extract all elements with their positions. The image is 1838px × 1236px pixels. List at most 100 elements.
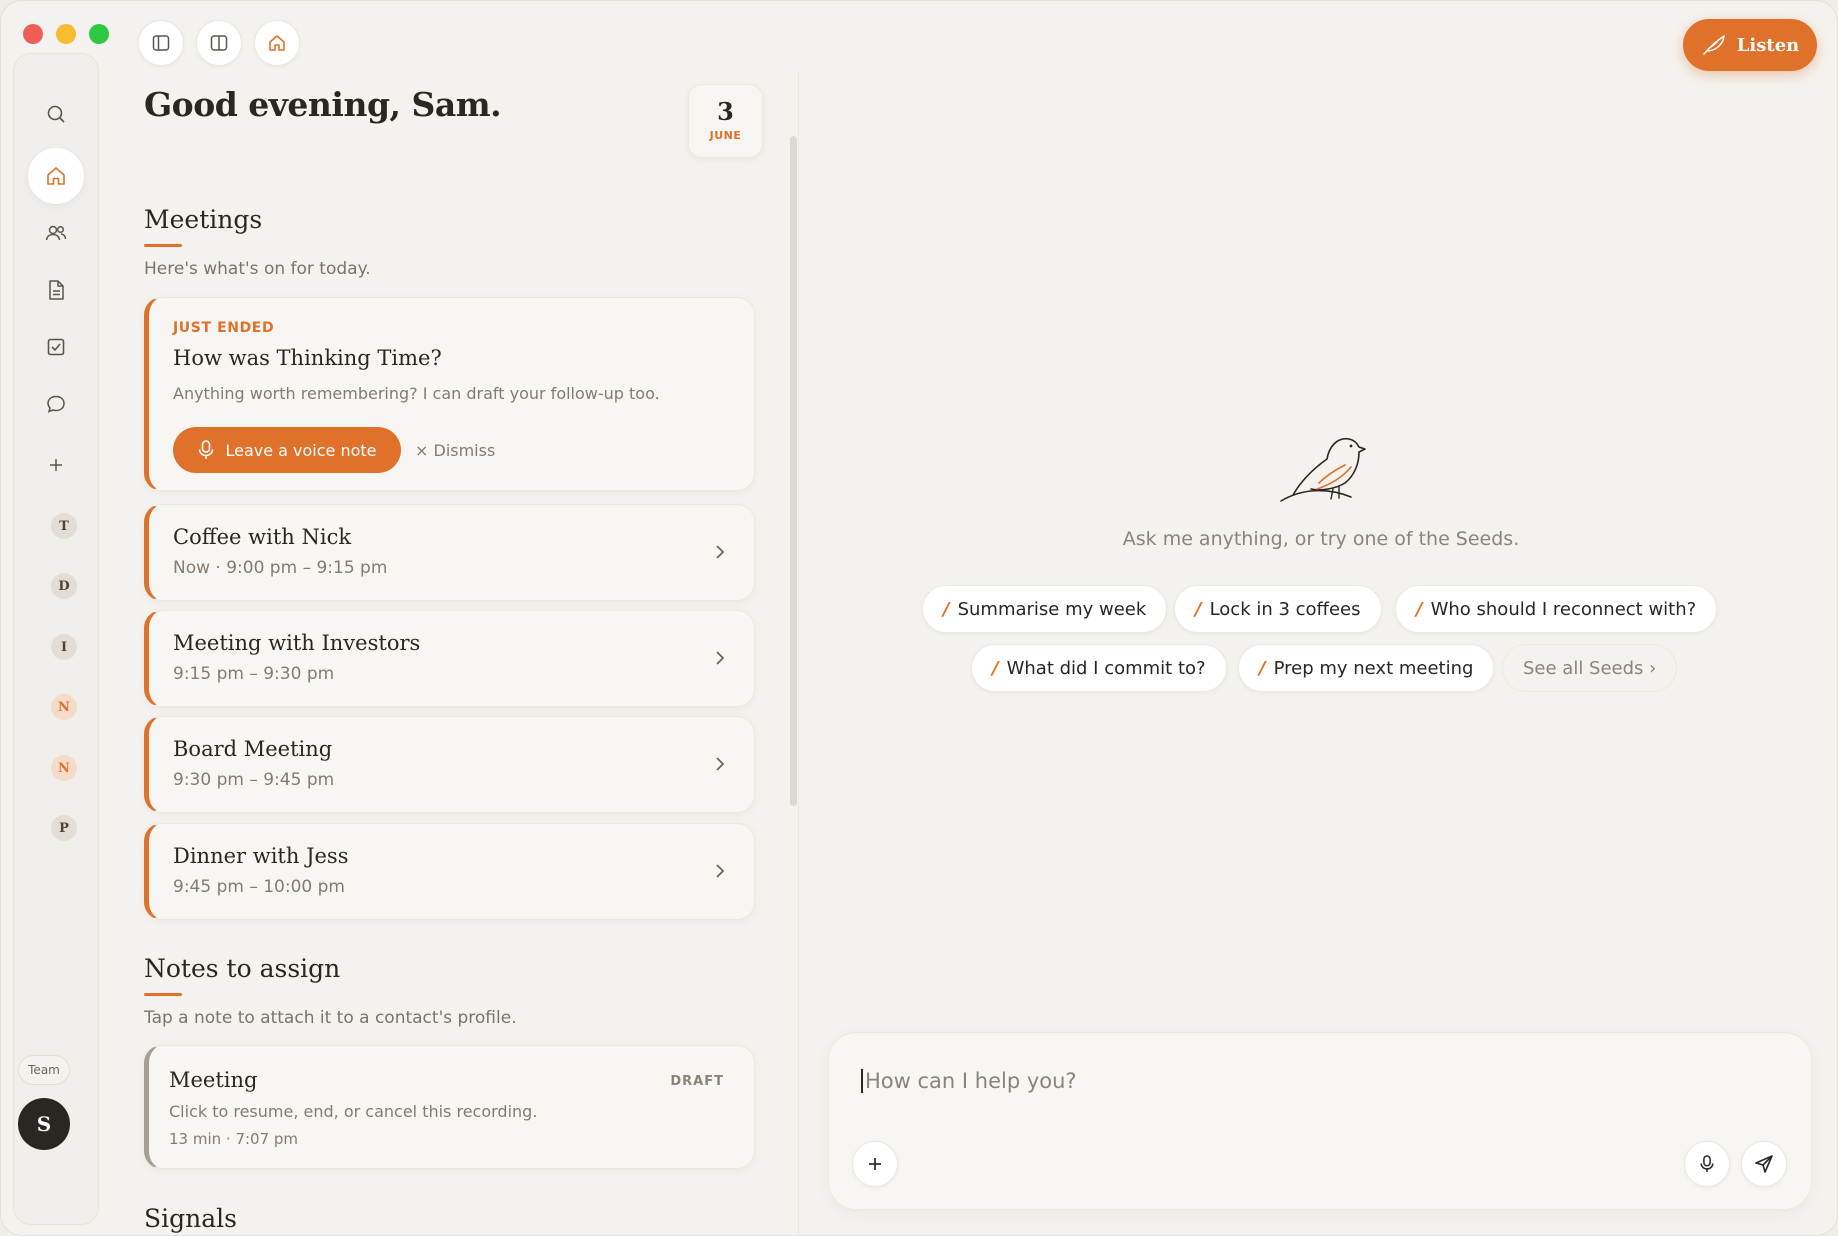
seed-chip[interactable]: / Who should I reconnect with? [1395,585,1718,633]
close-window-button[interactable] [23,24,43,44]
seed-label: Summarise my week [957,598,1147,620]
seed-slash-icon: / [1259,657,1266,679]
meeting-title: Meeting with Investors [173,631,421,655]
meeting-card[interactable]: Meeting with Investors 9:15 pm – 9:30 pm [144,610,755,707]
just-ended-subtitle: Anything worth remembering? I can draft … [173,384,660,403]
sidebar-toggle-icon [152,35,170,51]
rail-notes-button[interactable] [28,262,84,318]
sidebar-toggle-button[interactable] [138,20,184,66]
chevron-right-icon [716,757,725,771]
seed-label: Prep my next meeting [1273,657,1474,679]
chat-input[interactable]: How can I help you? [861,1069,1077,1093]
chat-icon [47,395,65,413]
bird-logo-icon [1280,437,1366,502]
just-ended-label: JUST ENDED [173,320,275,336]
just-ended-title: How was Thinking Time? [173,346,442,370]
meeting-card[interactable]: Board Meeting 9:30 pm – 9:45 pm [144,716,755,813]
seed-chip[interactable]: / Summarise my week [922,585,1168,633]
seed-chip[interactable]: / Lock in 3 coffees [1174,585,1382,633]
seed-slash-icon: / [943,598,950,620]
rail-people-button[interactable] [28,205,84,261]
meetings-title: Meetings [144,205,263,234]
split-view-icon [210,35,228,51]
chevron-right-icon [716,864,725,878]
zoom-window-button[interactable] [89,24,109,44]
plus-icon [50,459,62,471]
microphone-icon [199,440,214,459]
rail-chat-button[interactable] [28,376,84,432]
seed-chip[interactable]: / Prep my next meeting [1238,644,1495,692]
note-title: Meeting [169,1068,258,1092]
contact-dot-i[interactable]: I [51,634,77,660]
search-icon [47,105,65,123]
seed-label: What did I commit to? [1006,657,1206,679]
meetings-underline [144,244,182,247]
voice-input-button[interactable] [1684,1141,1730,1187]
seed-label: Lock in 3 coffees [1209,598,1361,620]
microphone-icon [1700,1155,1714,1172]
listen-button[interactable]: Listen [1683,19,1817,71]
meeting-card[interactable]: Dinner with Jess 9:45 pm – 10:00 pm [144,823,755,920]
see-all-seeds-link[interactable]: See all Seeds › [1502,644,1678,692]
date-day: 3 [717,97,734,126]
rail-add-button[interactable] [28,437,84,493]
rail-search-button[interactable] [28,86,84,142]
nav-rail: T D I N N P [13,53,99,1225]
contact-dot-d[interactable]: D [51,573,77,599]
date-month: JUNE [709,129,742,142]
home-button[interactable] [254,20,300,66]
team-switcher[interactable]: Team [18,1055,70,1085]
people-icon [45,225,67,241]
date-card: 3 JUNE [688,84,763,158]
scrollbar[interactable] [790,136,797,806]
meeting-title: Board Meeting [173,737,333,761]
seed-slash-icon: / [992,657,999,679]
chevron-right-icon [716,651,725,665]
chevron-right-icon [716,545,725,559]
note-subtitle: Click to resume, end, or cancel this rec… [169,1102,538,1121]
meeting-title: Dinner with Jess [173,844,349,868]
notes-underline [144,993,182,996]
note-card[interactable]: Meeting DRAFT Click to resume, end, or c… [144,1045,755,1169]
leave-voice-note-button[interactable]: Leave a voice note [173,427,401,473]
signals-title: Signals [144,1204,237,1233]
send-button[interactable] [1741,1141,1787,1187]
page-title: Good evening, Sam. [144,85,502,124]
seed-chip[interactable]: / What did I commit to? [971,644,1227,692]
rail-tasks-button[interactable] [28,319,84,375]
meeting-title: Coffee with Nick [173,525,352,549]
home-icon [47,167,65,185]
checkbox-icon [47,338,65,356]
contact-dot-n[interactable]: N [51,755,77,781]
feather-icon [1703,35,1725,55]
meeting-time: 9:15 pm – 9:30 pm [173,664,335,684]
split-view-button[interactable] [196,20,242,66]
meeting-time: Now · 9:00 pm – 9:15 pm [173,558,388,578]
meetings-subtitle: Here's what's on for today. [144,259,371,279]
send-icon [1755,1155,1773,1173]
contact-dot-t[interactable]: T [51,513,77,539]
plus-icon [869,1158,881,1170]
seed-slash-icon: / [1195,598,1202,620]
attach-button[interactable] [852,1141,898,1187]
assistant-prompt: Ask me anything, or try one of the Seeds… [1122,528,1520,550]
chat-composer: How can I help you? [828,1032,1812,1210]
seed-slash-icon: / [1416,598,1423,620]
notes-subtitle: Tap a note to attach it to a contact's p… [144,1008,517,1028]
listen-label: Listen [1736,34,1800,56]
avatar[interactable]: S [18,1098,70,1150]
just-ended-card[interactable]: JUST ENDED How was Thinking Time? Anythi… [144,297,755,491]
rail-home-button[interactable] [28,148,84,204]
meeting-card[interactable]: Coffee with Nick Now · 9:00 pm – 9:15 pm [144,504,755,601]
draft-badge: DRAFT [670,1074,724,1089]
seed-label: Who should I reconnect with? [1430,598,1697,620]
app-window: Listen T D I N N P Team S Good evening, … [0,0,1838,1236]
meeting-time: 9:45 pm – 10:00 pm [173,877,345,897]
note-meta: 13 min · 7:07 pm [169,1130,299,1148]
minimize-window-button[interactable] [56,24,76,44]
dismiss-button[interactable]: × Dismiss [415,441,495,460]
home-icon [269,35,285,51]
contact-dot-p[interactable]: P [51,815,77,841]
contact-dot-n[interactable]: N [51,694,77,720]
pane-divider [798,71,799,1235]
